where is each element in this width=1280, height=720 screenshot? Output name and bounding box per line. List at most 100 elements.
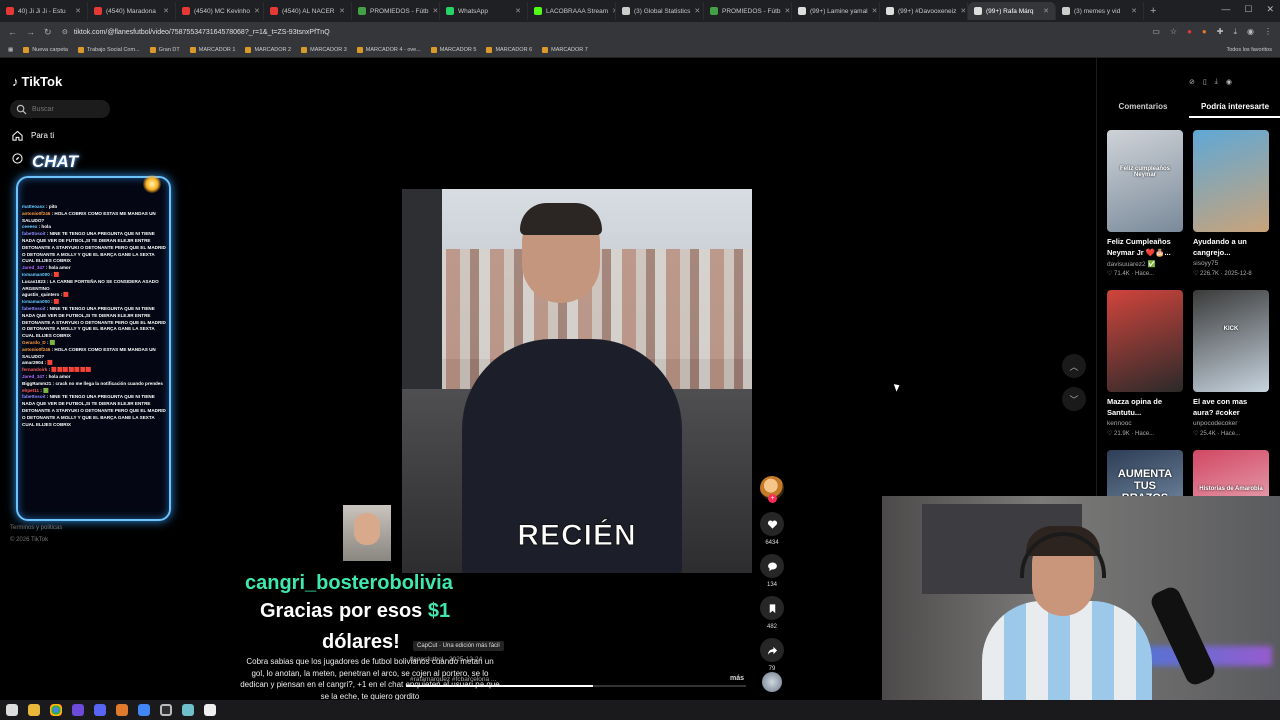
browser-tab[interactable]: WhatsApp ✕	[440, 2, 528, 20]
extension-icon[interactable]: ●	[1202, 27, 1207, 37]
tab-close-icon[interactable]: ✕	[694, 7, 700, 15]
browser-tab[interactable]: PROMIEDOS - Fútb ✕	[704, 2, 792, 20]
video-title[interactable]: Ayudando a un cangrejo...	[1193, 236, 1269, 258]
new-tab-icon[interactable]: +	[1150, 5, 1156, 17]
tab-close-icon[interactable]: ✕	[872, 7, 878, 15]
comment-button[interactable]	[760, 554, 784, 578]
bookmark-item[interactable]: MARCADOR 1	[189, 46, 235, 53]
video-author[interactable]: sisoyy75	[1193, 260, 1269, 267]
video-author[interactable]: davisuuarez2 ✅	[1107, 260, 1183, 268]
minimize-icon[interactable]: —	[1221, 4, 1230, 15]
app-icon[interactable]	[72, 704, 84, 716]
tab-close-icon[interactable]: ✕	[433, 7, 439, 15]
obs-icon[interactable]	[160, 704, 172, 716]
reload-icon[interactable]: ↻	[44, 27, 54, 38]
profile-avatar[interactable]: ◉	[1226, 78, 1232, 86]
browser-tab[interactable]: PROMIEDOS - Fútb ✕	[352, 2, 440, 20]
tab-close-icon[interactable]: ✕	[75, 7, 81, 15]
all-bookmarks-folder[interactable]: Todos los favoritos	[1226, 47, 1272, 53]
app-icon[interactable]	[204, 704, 216, 716]
video-title[interactable]: El ave con mas aura? #coker	[1193, 396, 1269, 418]
video-title[interactable]: Feliz Cumpleaños Neymar Jr ❤️🎂...	[1107, 236, 1183, 258]
cast-icon[interactable]: ▭	[1152, 27, 1160, 37]
discord-icon[interactable]	[94, 704, 106, 716]
profile-avatar[interactable]: ◉	[1247, 27, 1254, 37]
next-video-button[interactable]: ﹀	[1062, 387, 1086, 411]
tab-close-icon[interactable]: ✕	[1131, 7, 1137, 15]
video-author[interactable]: unpocodecoker	[1193, 420, 1269, 427]
browser-tab[interactable]: (99+) Rafa Márq ✕	[968, 2, 1056, 20]
like-button[interactable]	[760, 512, 784, 536]
download-icon[interactable]: ⤓	[1233, 27, 1237, 37]
video-thumbnail[interactable]: KICK	[1193, 290, 1269, 392]
browser-tab[interactable]: (3) Global Statistics ✕	[616, 2, 704, 20]
tab-close-icon[interactable]: ✕	[515, 7, 521, 15]
bookmark-item[interactable]: Gran DT	[149, 46, 180, 53]
compass-icon[interactable]: ⊘	[1189, 78, 1195, 86]
tab-close-icon[interactable]: ✕	[339, 7, 345, 15]
follow-plus-icon[interactable]: +	[768, 494, 777, 503]
browser-tab[interactable]: LACOBRAAA Stream✕	[528, 2, 616, 20]
video-thumbnail[interactable]	[1107, 290, 1183, 392]
menu-icon[interactable]: ⋮	[1264, 27, 1272, 37]
forward-icon[interactable]: →	[26, 27, 36, 37]
browser-tab[interactable]: (4540) AL NACER ✕	[264, 2, 352, 20]
file-explorer-icon[interactable]	[28, 704, 40, 716]
video-thumbnail[interactable]: Feliz cumpleaños Neymar	[1107, 130, 1183, 232]
bookmark-item[interactable]: MARCADOR 2	[245, 46, 291, 53]
browser-tab[interactable]: 40) Ji Ji Ji - Estu ✕	[0, 2, 88, 20]
tab-close-icon[interactable]: ✕	[254, 7, 260, 15]
bookmark-item[interactable]: MARCADOR 7	[542, 46, 588, 53]
bookmark-star-icon[interactable]: ☆	[1170, 27, 1177, 37]
video-thumbnail[interactable]	[1193, 130, 1269, 232]
download-icon[interactable]: ⤓	[1215, 78, 1218, 86]
bookmark-item[interactable]: Trabajo Social Com...	[77, 46, 140, 53]
tiktok-logo[interactable]: ♪ TikTok	[12, 74, 62, 89]
search-input[interactable]	[32, 105, 110, 113]
maximize-icon[interactable]: ☐	[1244, 4, 1252, 15]
bookmark-item[interactable]: MARCADOR 6	[486, 46, 532, 53]
windows-start-icon[interactable]	[6, 704, 18, 716]
bookmark-item[interactable]: MARCADOR 3	[301, 46, 347, 53]
previous-video-button[interactable]: ︿	[1062, 354, 1086, 378]
video-author[interactable]: kennooc	[1107, 420, 1183, 427]
video-player[interactable]: RECIÉN	[402, 189, 752, 573]
tab-recommended[interactable]: Podría interesarte	[1189, 102, 1280, 118]
tab-close-icon[interactable]: ✕	[1043, 7, 1049, 15]
site-info-icon[interactable]: ⊙	[62, 28, 68, 36]
puzzle-icon[interactable]: ✚	[1217, 27, 1224, 37]
bookmark-item[interactable]: Nueva carpeta	[23, 46, 68, 53]
save-button[interactable]	[760, 596, 784, 620]
apps-icon[interactable]: ▦	[8, 47, 13, 53]
bookmark-item[interactable]: MARCADOR 5	[430, 46, 476, 53]
capcut-badge[interactable]: CapCut · Una edición más fácil	[413, 641, 504, 651]
url-text[interactable]: tiktok.com/@flanesfutbol/video/758755347…	[74, 29, 330, 36]
video-title[interactable]: Mazza opina de Santutu...	[1107, 396, 1183, 418]
chrome-icon[interactable]	[138, 704, 150, 716]
browser-tab[interactable]: (99+) #Davooxeneiz ✕	[880, 2, 968, 20]
chrome-icon[interactable]	[50, 704, 62, 716]
browser-tab[interactable]: (4540) MC Kevinho ✕	[176, 2, 264, 20]
extension-icon[interactable]: ●	[1187, 27, 1192, 37]
phone-icon[interactable]: ▯	[1203, 78, 1207, 86]
tab-close-icon[interactable]: ✕	[785, 7, 791, 15]
tab-close-icon[interactable]: ✕	[163, 7, 169, 15]
tab-close-icon[interactable]: ✕	[960, 7, 966, 15]
bookmark-item[interactable]: MARCADOR 4 - ove...	[356, 46, 421, 53]
back-icon[interactable]: ←	[8, 27, 18, 37]
browser-tab[interactable]: (99+) Lamine yamal ✕	[792, 2, 880, 20]
close-window-icon[interactable]: ✕	[1266, 4, 1274, 15]
app-icon[interactable]	[116, 704, 128, 716]
tab-comments[interactable]: Comentarios	[1097, 102, 1189, 118]
share-button[interactable]	[760, 638, 784, 662]
search-box[interactable]	[10, 100, 110, 118]
more-link[interactable]: más	[730, 675, 744, 682]
music-disc-avatar[interactable]	[762, 672, 782, 692]
browser-tab[interactable]: (4540) Maradona ✕	[88, 2, 176, 20]
app-icon[interactable]	[182, 704, 194, 716]
nav-explore[interactable]	[12, 153, 23, 164]
browser-tab[interactable]: (3) memes y vid ✕	[1056, 2, 1144, 20]
nav-for-you[interactable]: Para ti	[12, 130, 54, 141]
footer-terms-link[interactable]: Terminos y politicas	[10, 525, 62, 531]
creator-avatar[interactable]: +	[760, 476, 784, 503]
